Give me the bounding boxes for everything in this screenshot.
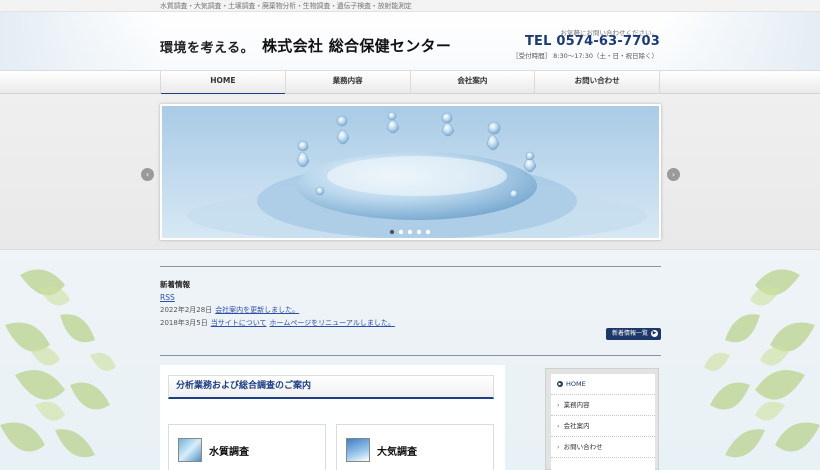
news-item: 2022年2月28日 会社案内を更新しました。: [160, 305, 661, 315]
nav-contact[interactable]: お問い合わせ: [535, 71, 660, 94]
news-link[interactable]: 会社案内を更新しました。: [215, 306, 299, 314]
chevron-right-icon[interactable]: ›: [667, 168, 680, 181]
chevron-left-icon[interactable]: ‹: [141, 168, 154, 181]
services-text: 水質調査・大気調査・土壌調査・廃棄物分析・生物調査・遺伝子検査・放射能測定: [160, 2, 412, 10]
water-thumbnail: [178, 438, 202, 462]
service-card-air[interactable]: 大気調査: [336, 424, 494, 470]
sky-thumbnail: [346, 438, 370, 462]
hero-slide[interactable]: [160, 104, 661, 240]
sidebar-item-label: 会社案内: [563, 422, 590, 430]
catchphrase: 環境を考える。: [160, 41, 255, 56]
service-card-label: 大気調査: [377, 447, 417, 458]
sidebar-item-contact[interactable]: › お問い合わせ: [551, 437, 655, 458]
news-link[interactable]: ホームページをリニューアルしました。: [270, 319, 395, 327]
news-date: 2022年2月28日: [160, 306, 213, 314]
service-card-label: 水質調査: [209, 447, 249, 458]
section-divider: [160, 355, 661, 356]
news-item: 2018年3月5日 当サイトについて ホームページをリニューアルしました。: [160, 318, 661, 328]
sidebar-item-company[interactable]: › 会社案内: [551, 416, 655, 437]
news-date: 2018年3月5日: [160, 319, 208, 327]
leaves-decoration-left: [0, 269, 116, 458]
chevron-right-icon: ›: [557, 443, 560, 451]
leaves-decoration-right: [704, 269, 820, 458]
sidebar-item-home[interactable]: ▶ HOME: [551, 374, 655, 395]
service-card-water[interactable]: 水質調査: [168, 424, 326, 470]
news-list-button[interactable]: 新着情報一覧 ▶: [606, 328, 661, 340]
sidebar-item-label: 業務内容: [563, 401, 590, 409]
news-link[interactable]: 当サイトについて: [211, 319, 267, 327]
sidebar: ▶ HOME › 業務内容 › 会社案内 › お問い合わせ: [545, 368, 659, 470]
news-section: 新着情報 RSS 2022年2月28日 会社案内を更新しました。 2018年3月5…: [160, 266, 661, 328]
news-list-label: 新着情報一覧: [612, 330, 649, 337]
nav-company[interactable]: 会社案内: [411, 71, 536, 94]
global-nav: HOME 業務内容 会社案内 お問い合わせ: [0, 70, 820, 95]
nav-home[interactable]: HOME: [160, 71, 286, 95]
rss-link[interactable]: RSS: [160, 293, 661, 302]
section-heading: 分析業務および総合調査のご案内: [168, 375, 494, 399]
sidebar-item-services[interactable]: › 業務内容: [551, 395, 655, 416]
water-crown-image: [162, 106, 659, 238]
arrow-right-icon: ▶: [651, 330, 658, 337]
site-header: 環境を考える。 株式会社 総合保健センター お気軽にお問い合わせください。 TE…: [0, 12, 820, 70]
nav-services[interactable]: 業務内容: [286, 71, 411, 94]
sidebar-item-label: HOME: [566, 380, 586, 388]
top-strip: 水質調査・大気調査・土壌調査・廃棄物分析・生物調査・遺伝子検査・放射能測定: [0, 0, 820, 12]
phone-number[interactable]: TEL 0574-63-7703: [525, 34, 660, 49]
chevron-right-icon: ›: [557, 422, 560, 430]
news-title: 新着情報: [160, 280, 190, 289]
chevron-right-icon: ›: [557, 401, 560, 409]
arrow-right-icon: ▶: [557, 381, 563, 387]
company-logo-text[interactable]: 株式会社 総合保健センター: [262, 35, 451, 56]
sidebar-item-label: お問い合わせ: [563, 443, 603, 451]
business-hours: ［受付時間］ 8:30〜17:30（土・日・祝日除く）: [512, 52, 658, 60]
